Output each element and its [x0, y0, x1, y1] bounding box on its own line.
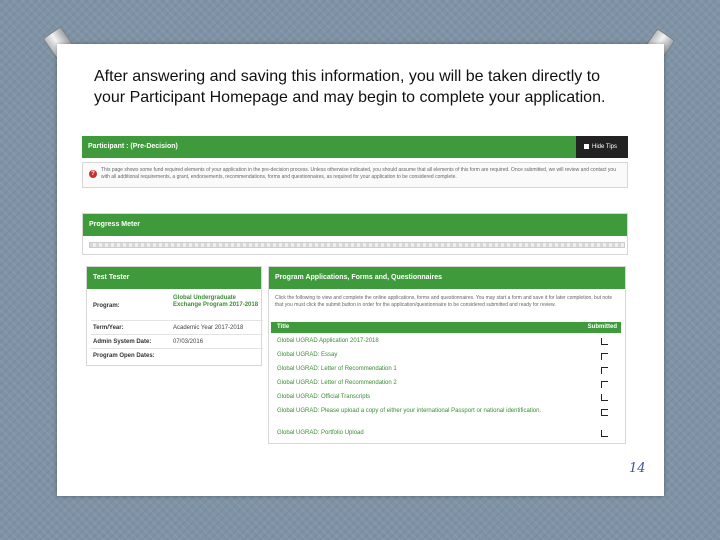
- submitted-checkbox: [601, 381, 608, 388]
- divider: [91, 348, 263, 349]
- progress-meter-header: Progress Meter: [83, 214, 627, 236]
- application-link[interactable]: Global UGRAD: Letter of Recommendation 1: [277, 366, 567, 373]
- submitted-checkbox: [601, 430, 608, 437]
- field-label: Term/Year:: [93, 325, 124, 331]
- applications-title: Program Applications, Forms and, Questio…: [275, 274, 442, 281]
- col-submitted: Submitted: [587, 324, 617, 330]
- screenshot-panel: Participant : (Pre-Decision) Hide Tips ?…: [82, 136, 628, 446]
- field-label: Program Open Dates:: [93, 353, 155, 359]
- info-alert: ? This page shows some fund required ele…: [82, 162, 628, 188]
- submitted-checkbox: [601, 394, 608, 401]
- student-panel: Test Tester Program: Global Undergraduat…: [86, 266, 265, 366]
- application-link[interactable]: Global UGRAD: Letter of Recommendation 2: [277, 380, 567, 387]
- field-value: 07/03/2016: [173, 339, 204, 345]
- field-label: Admin System Date:: [93, 339, 152, 345]
- participant-title: Participant : (Pre-Decision): [88, 143, 178, 150]
- student-name: Test Tester: [93, 274, 130, 281]
- divider: [91, 334, 263, 335]
- applications-table-header: Title Submitted: [271, 322, 621, 333]
- applications-panel: Program Applications, Forms and, Questio…: [268, 266, 626, 444]
- field-label: Program:: [93, 303, 120, 309]
- application-link[interactable]: Global UGRAD Application 2017-2018: [277, 338, 567, 345]
- submitted-checkbox: [601, 409, 608, 416]
- student-header: Test Tester: [87, 267, 261, 289]
- progress-meter-panel: Progress Meter: [82, 213, 628, 255]
- application-link[interactable]: Global UGRAD: Essay: [277, 352, 567, 359]
- col-title: Title: [277, 324, 290, 330]
- slide-caption: After answering and saving this informat…: [94, 68, 606, 106]
- hide-tips-label: Hide Tips: [592, 144, 618, 150]
- application-link[interactable]: Global UGRAD: Portfolio Upload: [277, 430, 567, 437]
- application-link[interactable]: Global UGRAD: Official Transcripts: [277, 394, 567, 401]
- program-link[interactable]: Global Undergraduate Exchange Program 20…: [173, 295, 265, 309]
- participant-header: Participant : (Pre-Decision) Hide Tips: [82, 136, 628, 158]
- applications-header: Program Applications, Forms and, Questio…: [269, 267, 625, 289]
- field-value: Academic Year 2017-2018: [173, 325, 244, 331]
- applications-intro: Click the following to view and complete…: [275, 295, 613, 308]
- hide-tips-icon: [584, 143, 589, 149]
- page-number: 14: [629, 461, 646, 476]
- alert-text: This page shows some fund required eleme…: [101, 167, 616, 180]
- application-link[interactable]: Global UGRAD: Please upload a copy of ei…: [277, 408, 567, 415]
- submitted-checkbox: [601, 367, 608, 374]
- submitted-checkbox: [601, 338, 608, 345]
- progress-meter-title: Progress Meter: [89, 221, 140, 228]
- submitted-checkbox: [601, 353, 608, 360]
- hide-tips-button[interactable]: Hide Tips: [576, 136, 628, 158]
- alert-icon: ?: [89, 170, 97, 178]
- divider: [91, 320, 263, 321]
- progress-meter-bar: [89, 242, 625, 248]
